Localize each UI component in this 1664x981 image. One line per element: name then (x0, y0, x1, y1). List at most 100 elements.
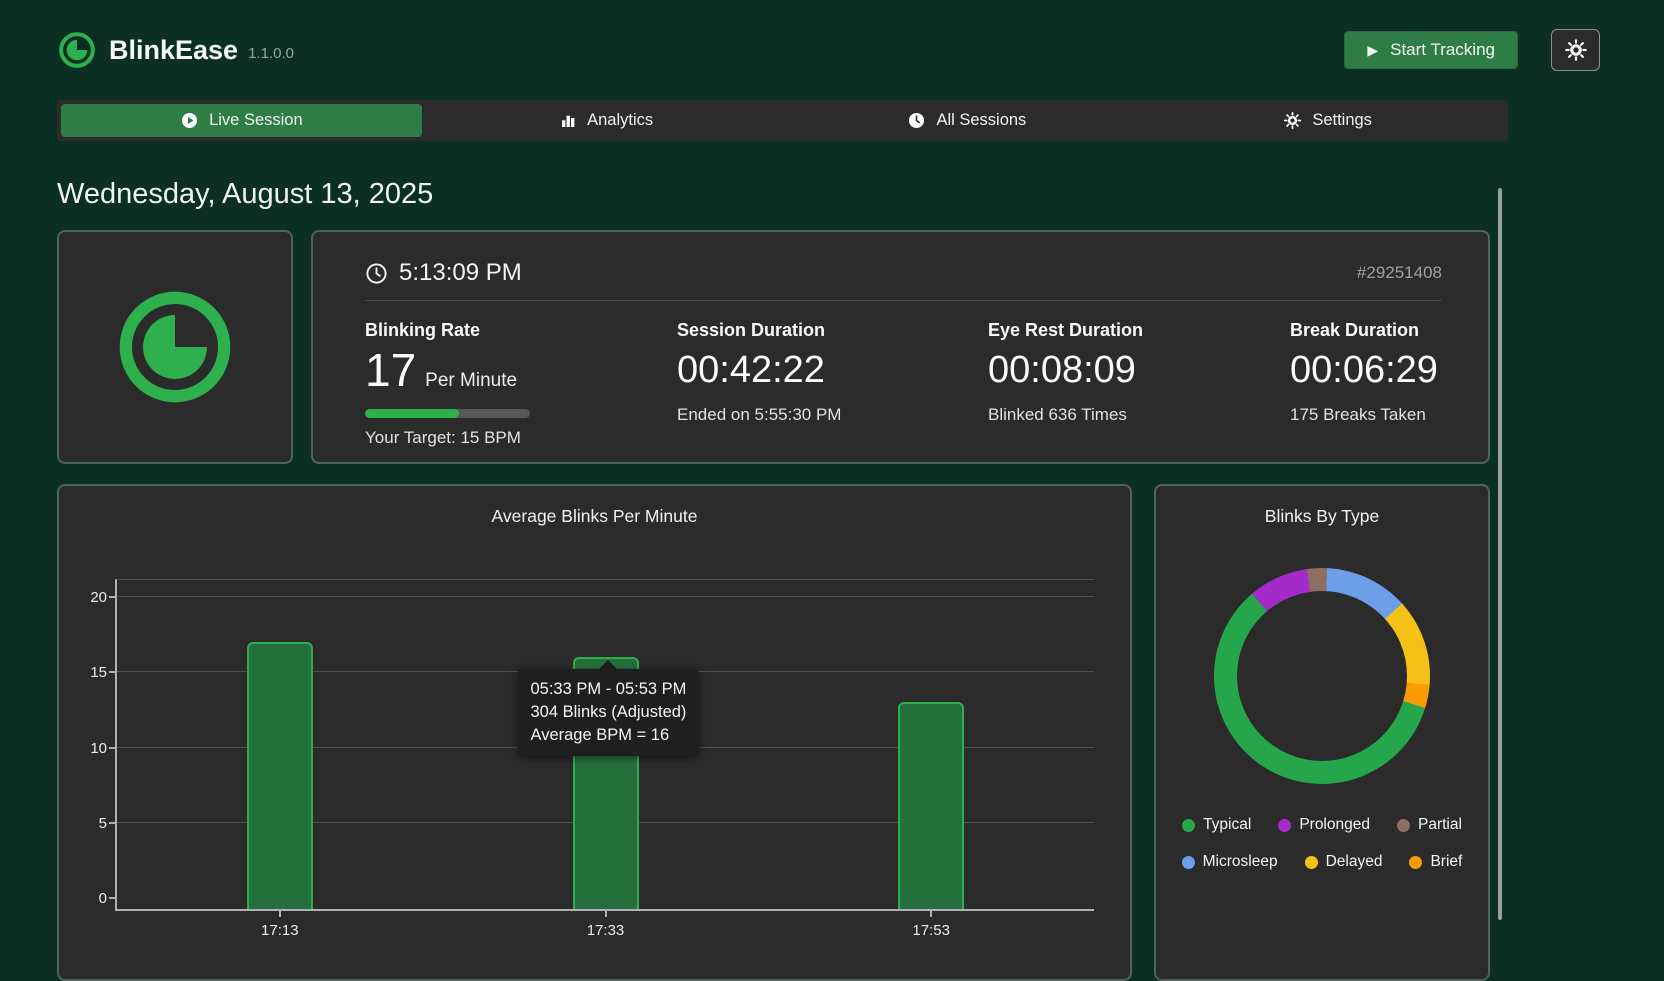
y-axis-tick (109, 671, 117, 674)
play-circle-icon (182, 112, 198, 129)
stat-label: Blinking Rate (365, 320, 481, 340)
tab-label: Settings (1312, 111, 1372, 129)
bar-chart-icon (562, 115, 575, 127)
clock-icon (909, 112, 925, 129)
donut-hole (1237, 591, 1407, 761)
y-axis-tick-label: 15 (90, 664, 107, 682)
stat-label: Eye Rest Duration (988, 320, 1144, 340)
y-axis-tick-label: 10 (90, 739, 107, 757)
session-stats-grid: Blinking Rate 17 Per Minute Your Target:… (365, 320, 1442, 448)
gear-icon (1284, 111, 1302, 130)
bar-chart-title: Average Blinks Per Minute (491, 506, 698, 526)
session-id: #29251408 (1356, 263, 1442, 282)
app-title: BlinkEase (109, 34, 239, 65)
start-tracking-button[interactable]: ▶ Start Tracking (1344, 31, 1518, 69)
y-axis-tick-label: 0 (98, 890, 107, 907)
stat-break-duration: Break Duration 00:06:29 175 Breaks Taken (1290, 320, 1442, 448)
app-header: BlinkEase 1.1.0.0 ▶ Start Tracking (0, 0, 1664, 100)
stat-unit: Per Minute (425, 370, 518, 391)
legend-item-typical: Typical (1182, 816, 1251, 834)
x-axis-tick-label: 17:53 (912, 922, 950, 939)
pie-logo-icon (119, 291, 231, 403)
x-axis-tick (930, 911, 933, 917)
app-logo-icon (59, 32, 95, 68)
y-axis-tick (109, 821, 117, 824)
stat-sub: Your Target: 15 BPM (365, 428, 521, 447)
bar-chart-plot: 05:33 PM - 05:53 PM 304 Blinks (Adjusted… (90, 579, 1094, 939)
tab-label: Live Session (209, 111, 303, 129)
gear-icon (1564, 39, 1587, 61)
y-axis-tick (109, 897, 117, 899)
legend-dot (1409, 855, 1423, 869)
play-icon: ▶ (1367, 42, 1379, 58)
tab-settings[interactable]: Settings (1147, 100, 1508, 141)
logo-card (57, 230, 293, 464)
tab-label: All Sessions (936, 111, 1027, 129)
session-separator (365, 300, 1442, 301)
tab-label: Analytics (587, 111, 654, 129)
blink-progress-fill (365, 409, 460, 418)
stats-row: 5:13:09 PM #29251408 Blinking Rate 17 Pe… (57, 230, 1490, 464)
session-card: 5:13:09 PM #29251408 Blinking Rate 17 Pe… (311, 230, 1490, 464)
y-axis-tick-label: 5 (98, 814, 107, 832)
donut-chart (1214, 568, 1430, 784)
tab-live-session[interactable]: Live Session (61, 104, 422, 137)
gridline (117, 596, 1094, 597)
y-axis-tick (109, 746, 117, 749)
stat-eye-rest-duration: Eye Rest Duration 00:08:09 Blinked 636 T… (988, 320, 1290, 448)
tab-analytics[interactable]: Analytics (426, 100, 787, 141)
legend-dot (1396, 818, 1410, 832)
donut-chart-card: Blinks By Type Typical Prolonged Partial M… (1154, 484, 1490, 981)
settings-gear-button[interactable] (1551, 29, 1600, 71)
legend-dot (1304, 855, 1318, 869)
legend-label: Typical (1203, 816, 1252, 833)
legend-item-brief: Brief (1409, 853, 1462, 871)
tab-all-sessions[interactable]: All Sessions (787, 100, 1148, 141)
legend-dot (1182, 818, 1196, 832)
charts-row: Average Blinks Per Minute 05:33 PM - 05:… (57, 484, 1490, 981)
legend-dot (1181, 855, 1195, 869)
session-time-row: 5:13:09 PM #29251408 (365, 232, 1442, 287)
clock-outline-icon (366, 262, 387, 284)
tooltip-line: 304 Blinks (Adjusted) (530, 703, 687, 722)
legend-item-delayed: Delayed (1304, 853, 1383, 871)
x-axis-tick-label: 17:33 (586, 922, 625, 939)
legend-item-microsleep: Microsleep (1181, 853, 1278, 871)
legend-item-prolonged: Prolonged (1278, 816, 1370, 834)
bar-17:53[interactable] (898, 702, 965, 909)
stat-session-duration: Session Duration 00:42:22 Ended on 5:55:… (677, 320, 988, 448)
legend-row: Typical Prolonged Partial (1156, 816, 1488, 834)
tooltip-line: Average BPM = 16 (530, 726, 670, 745)
legend-label: Prolonged (1299, 816, 1370, 833)
stat-blinking-rate: Blinking Rate 17 Per Minute Your Target:… (365, 320, 677, 448)
blink-progress-bar (365, 409, 530, 418)
bar-chart-card: Average Blinks Per Minute 05:33 PM - 05:… (57, 484, 1132, 981)
x-axis-tick-label: 17:13 (261, 922, 299, 939)
main-content: Wednesday, August 13, 2025 5:13:09 PM #2… (57, 178, 1508, 981)
x-axis-tick (604, 911, 607, 917)
start-tracking-label: Start Tracking (1390, 40, 1495, 59)
stat-sub: Ended on 5:55:30 PM (677, 405, 842, 424)
stat-sub: Blinked 636 Times (988, 405, 1127, 424)
stat-label: Session Duration (677, 320, 826, 340)
legend-row: Microsleep Delayed Brief (1156, 853, 1488, 871)
session-time: 5:13:09 PM (399, 259, 522, 286)
app-window: BlinkEase 1.1.0.0 ▶ Start Tracking Live … (0, 0, 1664, 981)
y-axis-tick-label: 20 (90, 589, 107, 606)
date-heading: Wednesday, August 13, 2025 (57, 178, 434, 210)
stat-value: 00:06:29 (1290, 349, 1438, 391)
stat-value: 17 (365, 344, 417, 396)
legend-item-partial: Partial (1396, 816, 1462, 834)
main-nav: Live Session Analytics All Sessions Sett… (57, 100, 1508, 141)
x-axis-tick (278, 911, 281, 917)
donut-legend: Typical Prolonged Partial Microsleep Delaye… (1156, 816, 1488, 871)
app-version: 1.1.0.0 (248, 44, 294, 62)
donut-chart-title: Blinks By Type (1264, 506, 1380, 526)
stat-label: Break Duration (1290, 320, 1420, 340)
bar-17:13[interactable] (246, 642, 313, 909)
vertical-scrollbar[interactable] (1498, 188, 1502, 920)
legend-label: Delayed (1325, 853, 1383, 870)
stat-sub: 175 Breaks Taken (1290, 405, 1426, 424)
stat-value: 00:08:09 (988, 349, 1136, 391)
legend-label: Microsleep (1202, 853, 1278, 870)
